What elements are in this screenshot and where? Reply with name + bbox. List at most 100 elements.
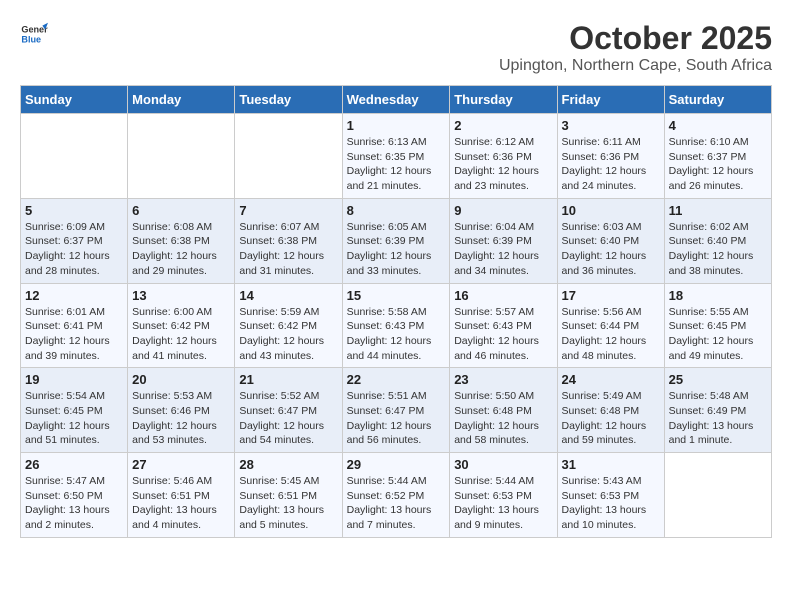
- day-info: Sunrise: 6:05 AM Sunset: 6:39 PM Dayligh…: [347, 220, 446, 279]
- day-info: Sunrise: 6:02 AM Sunset: 6:40 PM Dayligh…: [669, 220, 767, 279]
- calendar-cell: 17 Sunrise: 5:56 AM Sunset: 6:44 PM Dayli…: [557, 283, 664, 368]
- calendar-cell: 2 Sunrise: 6:12 AM Sunset: 6:36 PM Daylig…: [450, 114, 557, 199]
- day-number: 4: [669, 118, 767, 133]
- day-number: 14: [239, 288, 337, 303]
- day-number: 23: [454, 372, 552, 387]
- calendar-cell: 13 Sunrise: 6:00 AM Sunset: 6:42 PM Dayli…: [128, 283, 235, 368]
- day-info: Sunrise: 5:43 AM Sunset: 6:53 PM Dayligh…: [562, 474, 660, 533]
- calendar-cell: [664, 453, 771, 538]
- day-info: Sunrise: 5:56 AM Sunset: 6:44 PM Dayligh…: [562, 305, 660, 364]
- calendar-cell: 16 Sunrise: 5:57 AM Sunset: 6:43 PM Dayli…: [450, 283, 557, 368]
- column-header-saturday: Saturday: [664, 86, 771, 114]
- day-info: Sunrise: 5:58 AM Sunset: 6:43 PM Dayligh…: [347, 305, 446, 364]
- calendar-cell: 24 Sunrise: 5:49 AM Sunset: 6:48 PM Dayli…: [557, 368, 664, 453]
- title-section: October 2025 Upington, Northern Cape, So…: [499, 20, 772, 75]
- calendar-cell: 29 Sunrise: 5:44 AM Sunset: 6:52 PM Dayli…: [342, 453, 450, 538]
- day-number: 17: [562, 288, 660, 303]
- column-header-tuesday: Tuesday: [235, 86, 342, 114]
- day-number: 20: [132, 372, 230, 387]
- calendar-cell: 1 Sunrise: 6:13 AM Sunset: 6:35 PM Daylig…: [342, 114, 450, 199]
- day-info: Sunrise: 5:45 AM Sunset: 6:51 PM Dayligh…: [239, 474, 337, 533]
- day-number: 22: [347, 372, 446, 387]
- day-info: Sunrise: 6:09 AM Sunset: 6:37 PM Dayligh…: [25, 220, 123, 279]
- calendar-cell: 9 Sunrise: 6:04 AM Sunset: 6:39 PM Daylig…: [450, 198, 557, 283]
- logo: General Blue: [20, 20, 48, 48]
- day-info: Sunrise: 6:00 AM Sunset: 6:42 PM Dayligh…: [132, 305, 230, 364]
- calendar-cell: 30 Sunrise: 5:44 AM Sunset: 6:53 PM Dayli…: [450, 453, 557, 538]
- day-number: 27: [132, 457, 230, 472]
- calendar-cell: 28 Sunrise: 5:45 AM Sunset: 6:51 PM Dayli…: [235, 453, 342, 538]
- calendar-cell: 14 Sunrise: 5:59 AM Sunset: 6:42 PM Dayli…: [235, 283, 342, 368]
- column-header-thursday: Thursday: [450, 86, 557, 114]
- day-number: 26: [25, 457, 123, 472]
- column-header-sunday: Sunday: [21, 86, 128, 114]
- day-info: Sunrise: 5:49 AM Sunset: 6:48 PM Dayligh…: [562, 389, 660, 448]
- day-number: 8: [347, 203, 446, 218]
- calendar-cell: 19Sunrise: 5:54 AM Sunset: 6:45 PM Dayli…: [21, 368, 128, 453]
- calendar-cell: 20 Sunrise: 5:53 AM Sunset: 6:46 PM Dayli…: [128, 368, 235, 453]
- day-info: Sunrise: 6:13 AM Sunset: 6:35 PM Dayligh…: [347, 135, 446, 194]
- day-info: Sunrise: 5:44 AM Sunset: 6:53 PM Dayligh…: [454, 474, 552, 533]
- day-info: Sunrise: 6:03 AM Sunset: 6:40 PM Dayligh…: [562, 220, 660, 279]
- day-number: 19: [25, 372, 123, 387]
- day-number: 11: [669, 203, 767, 218]
- day-info: Sunrise: 6:11 AM Sunset: 6:36 PM Dayligh…: [562, 135, 660, 194]
- day-number: 1: [347, 118, 446, 133]
- week-row-4: 19Sunrise: 5:54 AM Sunset: 6:45 PM Dayli…: [21, 368, 772, 453]
- calendar-cell: [128, 114, 235, 199]
- day-info: Sunrise: 5:47 AM Sunset: 6:50 PM Dayligh…: [25, 474, 123, 533]
- day-info: Sunrise: 5:46 AM Sunset: 6:51 PM Dayligh…: [132, 474, 230, 533]
- header-row: SundayMondayTuesdayWednesdayThursdayFrid…: [21, 86, 772, 114]
- day-number: 3: [562, 118, 660, 133]
- day-info: Sunrise: 5:50 AM Sunset: 6:48 PM Dayligh…: [454, 389, 552, 448]
- day-info: Sunrise: 5:51 AM Sunset: 6:47 PM Dayligh…: [347, 389, 446, 448]
- week-row-3: 12 Sunrise: 6:01 AM Sunset: 6:41 PM Dayli…: [21, 283, 772, 368]
- day-number: 21: [239, 372, 337, 387]
- day-number: 24: [562, 372, 660, 387]
- day-info: Sunrise: 6:04 AM Sunset: 6:39 PM Dayligh…: [454, 220, 552, 279]
- day-number: 5: [25, 203, 123, 218]
- column-header-friday: Friday: [557, 86, 664, 114]
- day-number: 18: [669, 288, 767, 303]
- day-number: 13: [132, 288, 230, 303]
- calendar-cell: 25Sunrise: 5:48 AM Sunset: 6:49 PM Dayli…: [664, 368, 771, 453]
- calendar-cell: 10 Sunrise: 6:03 AM Sunset: 6:40 PM Dayli…: [557, 198, 664, 283]
- day-number: 29: [347, 457, 446, 472]
- day-number: 12: [25, 288, 123, 303]
- day-info: Sunrise: 6:10 AM Sunset: 6:37 PM Dayligh…: [669, 135, 767, 194]
- svg-text:Blue: Blue: [21, 34, 41, 44]
- day-number: 9: [454, 203, 552, 218]
- day-info: Sunrise: 5:44 AM Sunset: 6:52 PM Dayligh…: [347, 474, 446, 533]
- day-number: 31: [562, 457, 660, 472]
- calendar-cell: 11 Sunrise: 6:02 AM Sunset: 6:40 PM Dayli…: [664, 198, 771, 283]
- page-header: General Blue October 2025 Upington, Nort…: [20, 20, 772, 75]
- month-title: October 2025: [499, 20, 772, 57]
- calendar-cell: 31 Sunrise: 5:43 AM Sunset: 6:53 PM Dayli…: [557, 453, 664, 538]
- calendar-cell: 3 Sunrise: 6:11 AM Sunset: 6:36 PM Daylig…: [557, 114, 664, 199]
- day-number: 28: [239, 457, 337, 472]
- day-number: 16: [454, 288, 552, 303]
- day-number: 6: [132, 203, 230, 218]
- day-number: 15: [347, 288, 446, 303]
- day-info: Sunrise: 5:57 AM Sunset: 6:43 PM Dayligh…: [454, 305, 552, 364]
- calendar-cell: 21Sunrise: 5:52 AM Sunset: 6:47 PM Dayli…: [235, 368, 342, 453]
- day-number: 2: [454, 118, 552, 133]
- day-info: Sunrise: 6:07 AM Sunset: 6:38 PM Dayligh…: [239, 220, 337, 279]
- day-info: Sunrise: 6:01 AM Sunset: 6:41 PM Dayligh…: [25, 305, 123, 364]
- day-number: 10: [562, 203, 660, 218]
- day-info: Sunrise: 5:59 AM Sunset: 6:42 PM Dayligh…: [239, 305, 337, 364]
- location-subtitle: Upington, Northern Cape, South Africa: [499, 57, 772, 75]
- calendar-cell: 27 Sunrise: 5:46 AM Sunset: 6:51 PM Dayli…: [128, 453, 235, 538]
- calendar-cell: 12 Sunrise: 6:01 AM Sunset: 6:41 PM Dayli…: [21, 283, 128, 368]
- day-info: Sunrise: 6:12 AM Sunset: 6:36 PM Dayligh…: [454, 135, 552, 194]
- calendar-cell: 8 Sunrise: 6:05 AM Sunset: 6:39 PM Daylig…: [342, 198, 450, 283]
- calendar-cell: 4 Sunrise: 6:10 AM Sunset: 6:37 PM Daylig…: [664, 114, 771, 199]
- day-info: Sunrise: 5:55 AM Sunset: 6:45 PM Dayligh…: [669, 305, 767, 364]
- day-info: Sunrise: 5:53 AM Sunset: 6:46 PM Dayligh…: [132, 389, 230, 448]
- logo-icon: General Blue: [20, 20, 48, 48]
- week-row-1: 1 Sunrise: 6:13 AM Sunset: 6:35 PM Daylig…: [21, 114, 772, 199]
- day-info: Sunrise: 5:48 AM Sunset: 6:49 PM Dayligh…: [669, 389, 767, 448]
- calendar-table: SundayMondayTuesdayWednesdayThursdayFrid…: [20, 85, 772, 538]
- calendar-cell: 18 Sunrise: 5:55 AM Sunset: 6:45 PM Dayli…: [664, 283, 771, 368]
- day-number: 30: [454, 457, 552, 472]
